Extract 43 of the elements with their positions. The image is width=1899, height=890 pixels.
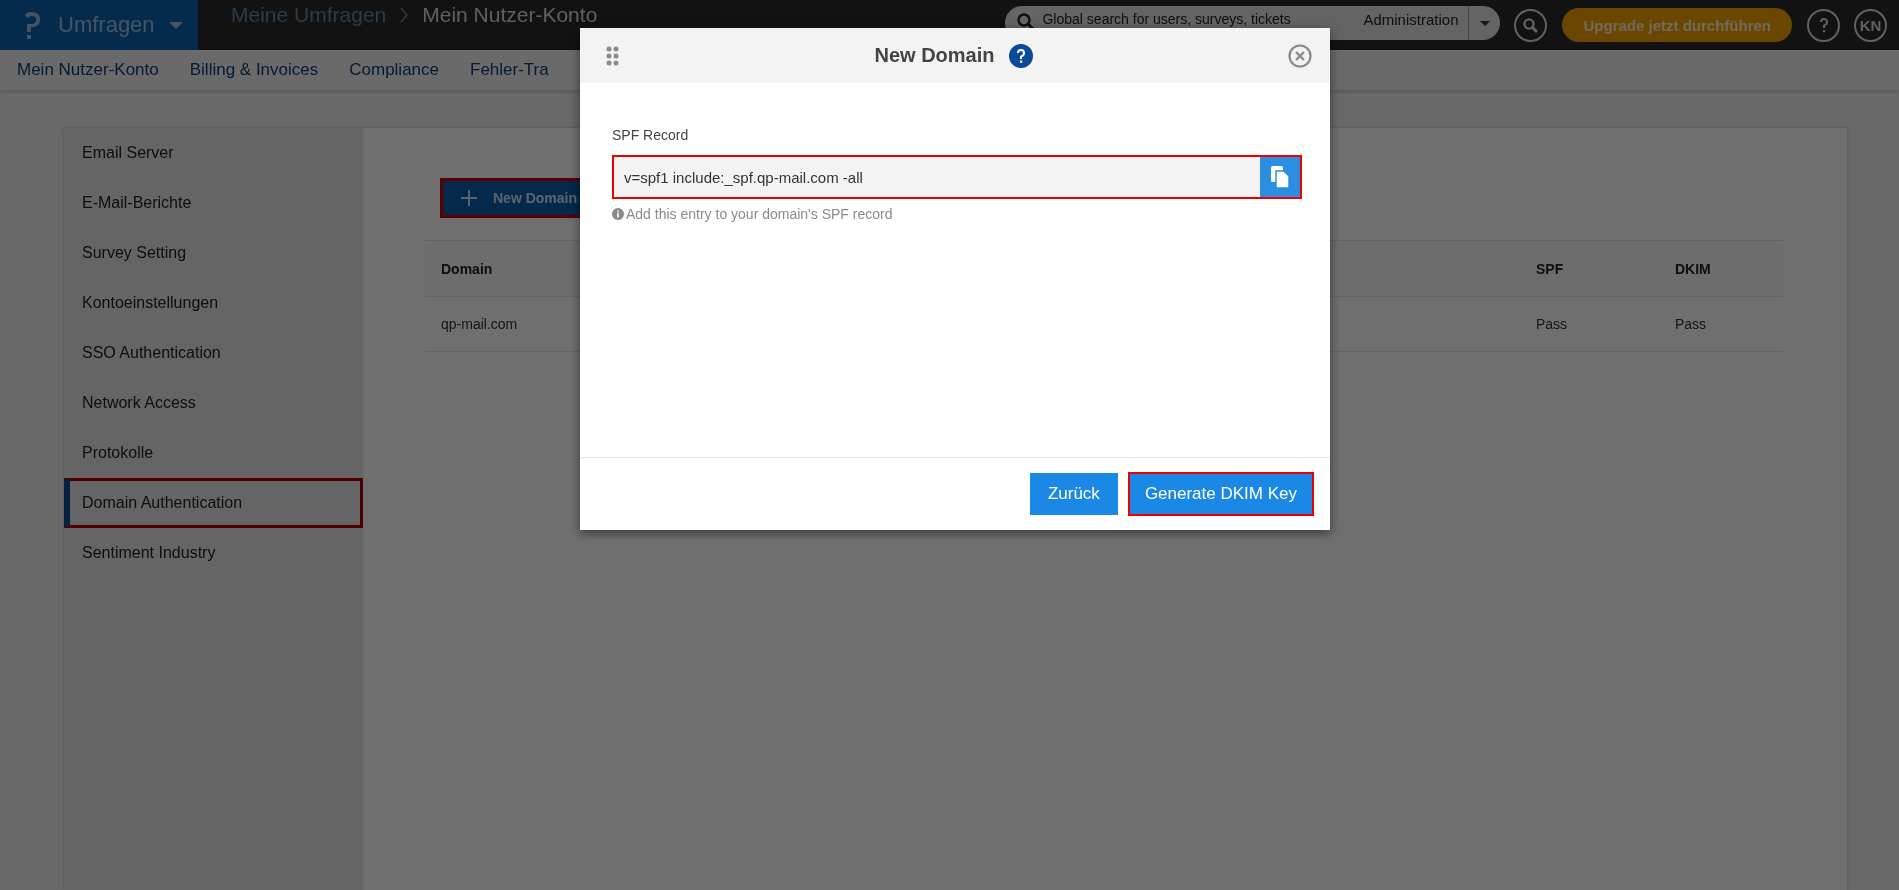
- column-header: Domain: [441, 260, 493, 277]
- close-icon[interactable]: [1288, 43, 1312, 68]
- copy-button[interactable]: [1260, 157, 1300, 197]
- search-icon: [1523, 17, 1539, 33]
- modal-button[interactable]: Generate DKIM Key: [1127, 472, 1314, 516]
- sidebar-item[interactable]: Protokolle: [64, 428, 363, 478]
- sidebar-item[interactable]: Sentiment Industry: [64, 528, 363, 578]
- sidebar-item[interactable]: E-Mail-Berichte: [64, 178, 363, 228]
- subnav-link[interactable]: Fehler-Tra: [470, 60, 549, 80]
- modal-button[interactable]: Zurück: [1029, 473, 1118, 515]
- breadcrumb-current: Mein Nutzer-Konto: [422, 3, 598, 27]
- app-menu-button[interactable]: Umfragen: [58, 12, 183, 38]
- plus-icon: [461, 190, 477, 206]
- chevron-icon: [400, 7, 409, 23]
- sidebar-item[interactable]: SSO Authentication: [64, 328, 363, 378]
- table-cell: qp-mail.com: [441, 316, 518, 332]
- sidebar-item[interactable]: Network Access: [64, 378, 363, 428]
- column-header: DKIM: [1675, 260, 1711, 277]
- copy-icon: [1270, 165, 1290, 189]
- drag-handle-icon[interactable]: [606, 45, 619, 66]
- field-label: SPF Record: [612, 127, 690, 143]
- logo-icon: [22, 11, 40, 39]
- help-icon[interactable]: [1008, 43, 1033, 68]
- subnav-link[interactable]: Compliance: [349, 60, 439, 80]
- search-button[interactable]: [1514, 8, 1548, 42]
- search-icon: [1017, 13, 1035, 30]
- caret-icon: [1480, 20, 1490, 26]
- search-scope-label: Administration: [1362, 10, 1460, 30]
- info-icon: [612, 208, 624, 220]
- subnav-link[interactable]: Billing & Invoices: [189, 60, 319, 80]
- column-header: SPF: [1536, 260, 1564, 277]
- help-button[interactable]: [1807, 8, 1840, 42]
- sidebar-item[interactable]: Survey Setting: [64, 228, 363, 278]
- user-avatar[interactable]: KN: [1854, 8, 1887, 42]
- table-cell: Pass: [1675, 316, 1707, 332]
- subnav-link[interactable]: Mein Nutzer-Konto: [17, 60, 159, 80]
- sidebar-item[interactable]: Email Server: [64, 128, 363, 178]
- table-cell: Pass: [1536, 316, 1568, 332]
- search-input[interactable]: Global search for users, surveys, tickets: [1042, 10, 1313, 28]
- sidebar-item[interactable]: Kontoeinstellungen: [64, 278, 363, 328]
- field-hint: Add this entry to your domain's SPF record: [626, 206, 893, 222]
- modal-title: New Domain: [874, 44, 995, 67]
- caret-icon: [168, 21, 183, 29]
